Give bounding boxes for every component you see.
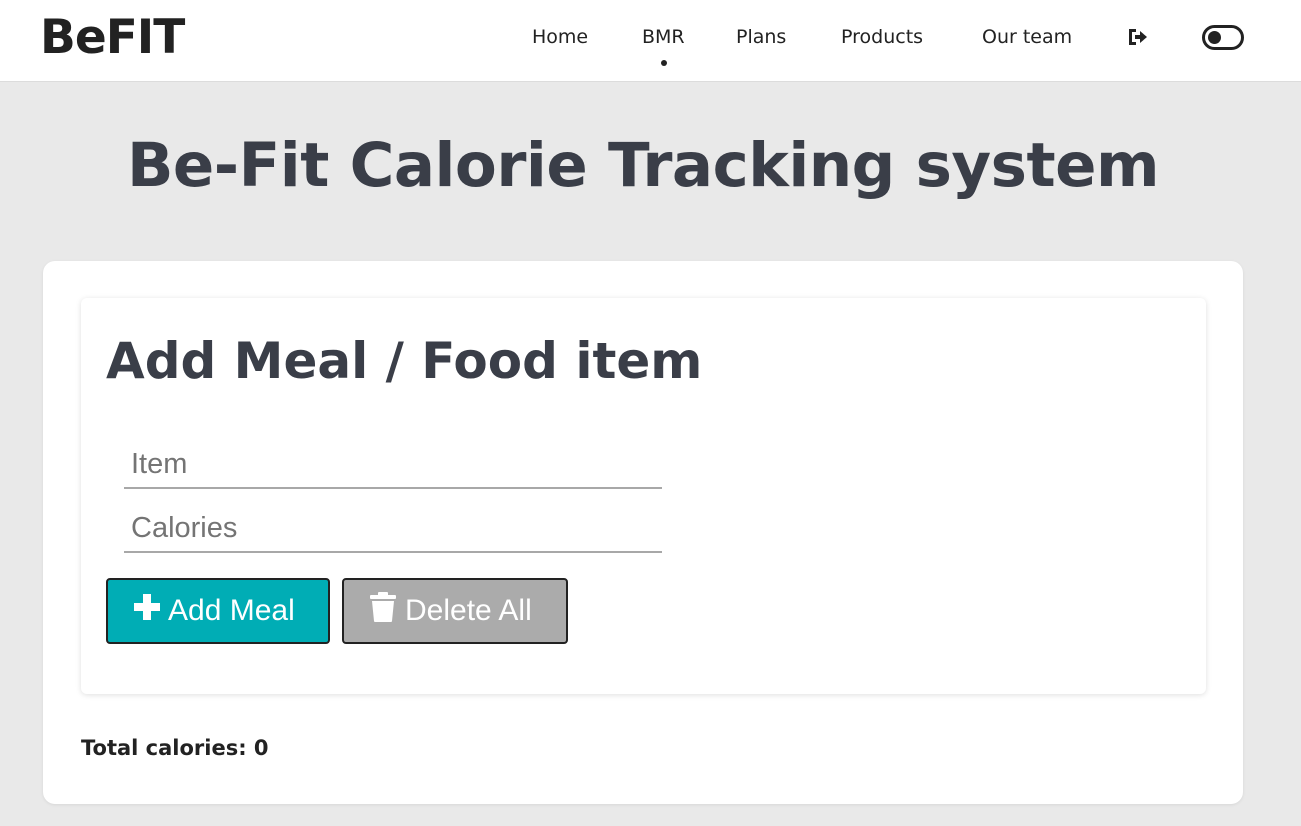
nav-plans[interactable]: Plans <box>736 25 786 49</box>
form-title: Add Meal / Food item <box>106 332 703 390</box>
delete-all-button[interactable]: Delete All <box>342 578 568 644</box>
add-meal-button[interactable]: Add Meal <box>106 578 330 644</box>
befit-logo[interactable]: BeFIT <box>40 10 185 66</box>
total-calories: Total calories: 0 <box>81 736 269 760</box>
trash-icon <box>368 591 398 631</box>
top-navbar: BeFIT Home BMR Plans Products Our team <box>0 0 1301 82</box>
toggle-knob <box>1208 31 1221 44</box>
logout-icon[interactable] <box>1127 27 1149 47</box>
item-input[interactable] <box>124 433 662 489</box>
plus-icon <box>133 593 161 629</box>
add-meal-label: Add Meal <box>168 594 295 627</box>
nav-products[interactable]: Products <box>841 25 923 49</box>
theme-toggle-switch[interactable] <box>1202 25 1244 50</box>
nav-bmr[interactable]: BMR <box>642 25 685 49</box>
active-nav-indicator <box>661 60 667 66</box>
page-title: Be-Fit Calorie Tracking system <box>126 130 1160 201</box>
delete-all-label: Delete All <box>405 594 532 627</box>
calories-input[interactable] <box>124 497 662 553</box>
nav-home[interactable]: Home <box>532 25 588 49</box>
nav-our-team[interactable]: Our team <box>982 25 1072 49</box>
